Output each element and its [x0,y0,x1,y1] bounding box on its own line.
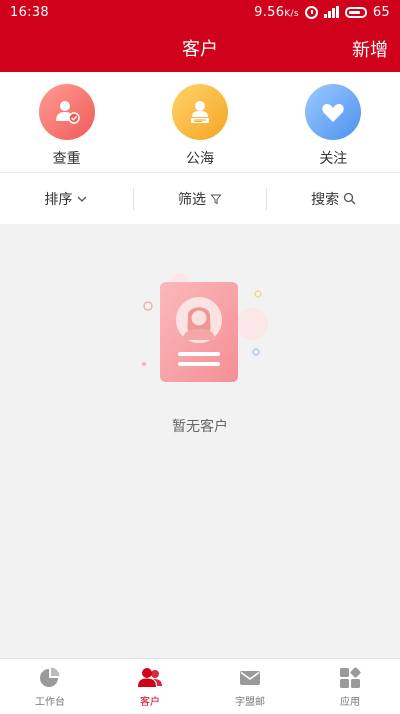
filter-label: 筛选 [178,191,206,208]
empty-state: 暂无客户 [0,224,400,658]
tab-label: 字盟邮 [235,696,265,708]
network-speed-value: 9.56 [254,4,285,20]
status-bar: 16:38 9.56K/s 65 [0,0,400,24]
tab-bar: 工作台 客户 字盟邮 应用 [0,658,400,714]
mail-icon [240,670,260,685]
apps-icon [340,666,361,688]
status-right: 9.56K/s 65 [254,5,390,20]
empty-message: 暂无客户 [172,419,228,435]
quick-action-duplicate-check[interactable]: 查重 [17,84,117,168]
status-time: 16:38 [10,4,49,20]
empty-customer-illustration [142,273,268,382]
tab-workbench[interactable]: 工作台 [0,659,100,714]
app-root: 16:38 9.56K/s 65 客户 新增 查重 公海 关注 排序 筛选 搜索… [0,0,400,714]
contacts-icon [138,667,162,687]
network-speed-unit: K/s [284,8,299,19]
quick-action-label: 查重 [52,151,81,167]
tab-label: 工作台 [35,696,65,708]
user-check-icon [38,84,95,140]
alarm-icon [304,5,318,19]
sort-button[interactable]: 排序 [0,173,133,224]
tab-label: 应用 [340,696,360,708]
tab-customers[interactable]: 客户 [100,659,200,714]
funnel-icon [210,194,222,204]
battery-level: 65 [372,4,390,20]
top-bar: 16:38 9.56K/s 65 客户 新增 [0,0,400,72]
quick-action-label: 公海 [185,151,214,167]
tab-label: 客户 [140,696,160,708]
battery-icon [344,6,367,18]
search-label: 搜索 [311,191,340,208]
add-button[interactable]: 新增 [352,36,388,62]
filter-button[interactable]: 筛选 [134,173,267,224]
user-card-icon [171,84,228,140]
page-title: 客户 [182,39,218,60]
signal-icon [323,6,339,18]
quick-action-public-pool[interactable]: 公海 [150,84,250,168]
tab-apps[interactable]: 应用 [300,659,400,714]
filter-bar: 排序 筛选 搜索 [0,172,400,224]
search-button[interactable]: 搜索 [267,173,400,224]
quick-actions: 查重 公海 关注 [0,72,400,172]
nav-bar: 客户 新增 [0,24,400,72]
quick-action-follow[interactable]: 关注 [283,84,383,168]
quick-action-label: 关注 [319,151,348,167]
status-icons: 65 [304,4,390,20]
pie-chart-icon [40,667,60,687]
tab-mail[interactable]: 字盟邮 [200,659,300,714]
heart-icon [305,84,362,140]
sort-label: 排序 [44,191,73,208]
chevron-down-icon [77,196,87,202]
search-icon [344,192,356,205]
network-speed: 9.56K/s [254,5,299,20]
